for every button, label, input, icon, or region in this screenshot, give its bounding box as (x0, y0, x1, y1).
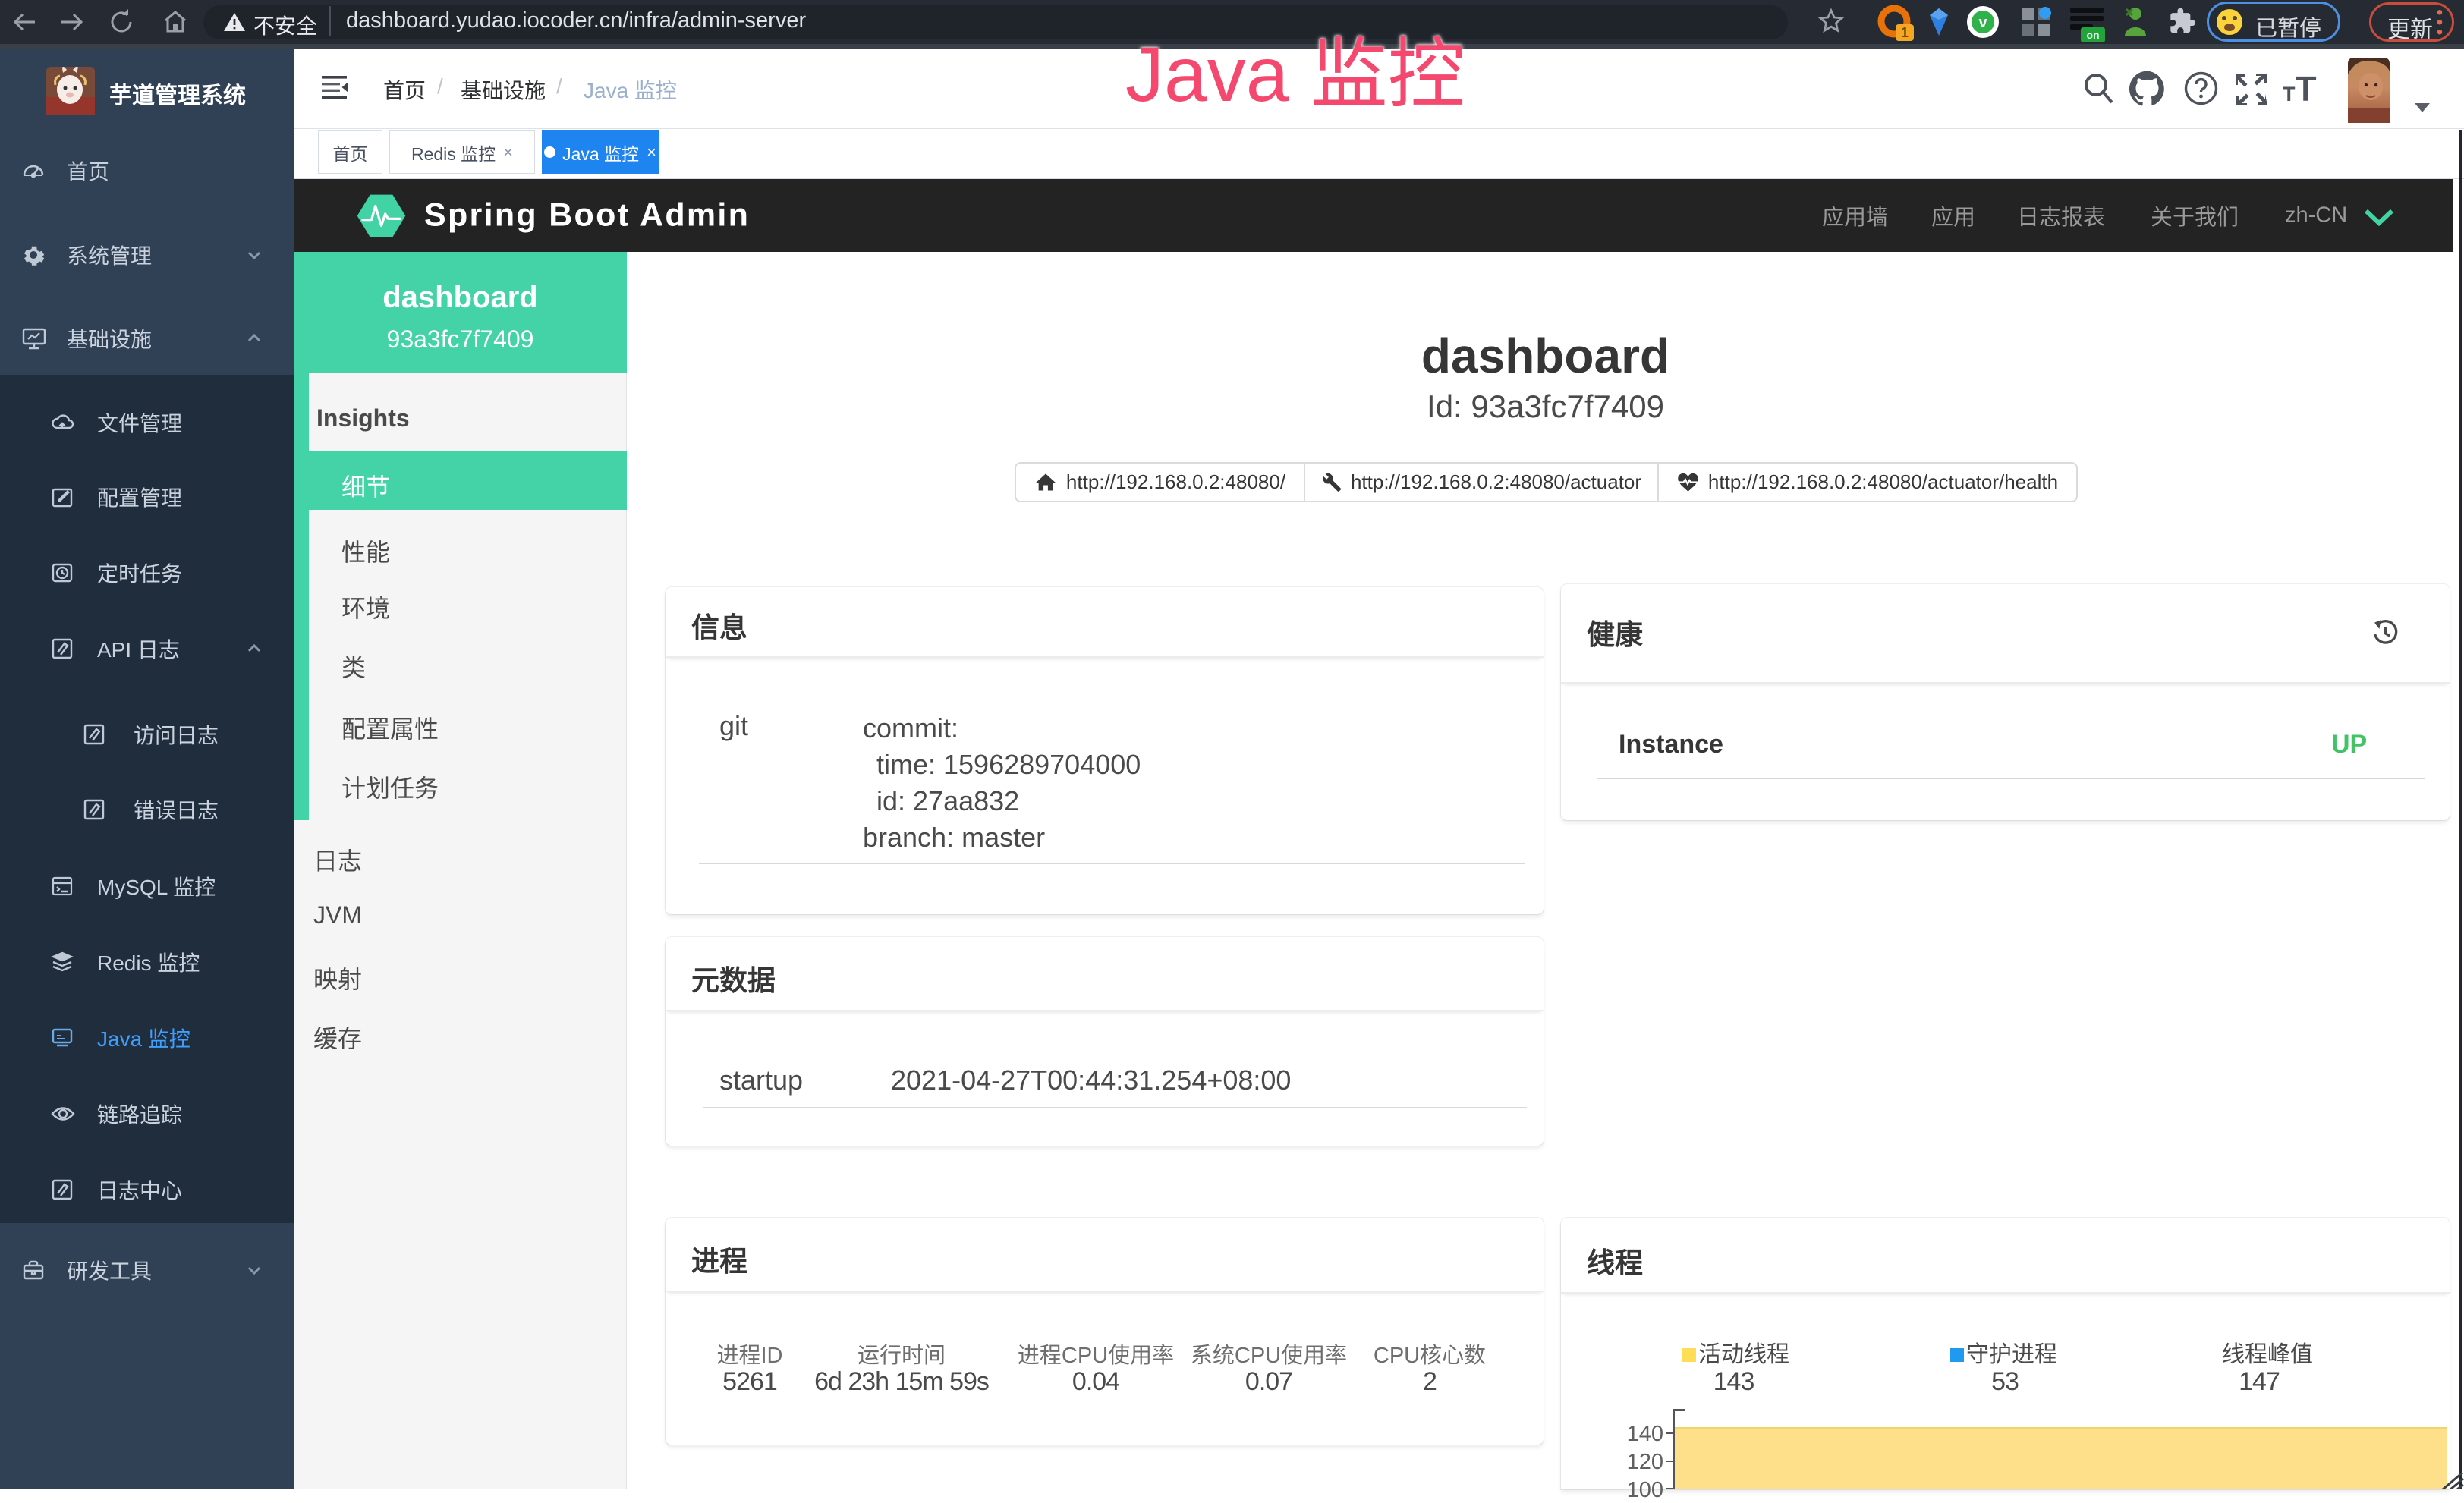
svg-text:1: 1 (1901, 25, 1909, 40)
svg-text:v: v (1978, 14, 1987, 31)
svg-text:on: on (2086, 29, 2099, 41)
